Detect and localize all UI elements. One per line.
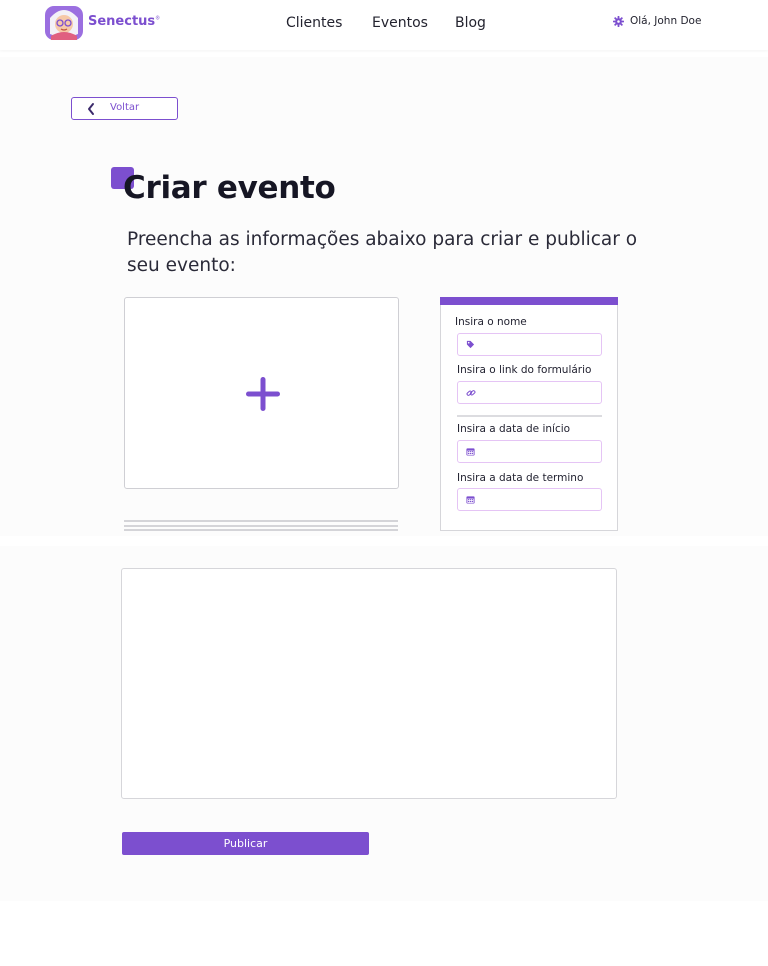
end-date-label: Insira a data de termino: [457, 472, 584, 484]
page-title: Criar evento: [123, 170, 336, 206]
divider-line: [124, 520, 398, 522]
plus-icon: [246, 377, 280, 411]
description-box[interactable]: [121, 568, 617, 799]
name-label: Insira o nome: [455, 316, 527, 328]
nav-clientes[interactable]: Clientes: [286, 15, 342, 31]
event-form-card: Insira o nome Insira o link do formulári…: [439, 296, 618, 531]
link-label: Insira o link do formulário: [457, 364, 592, 376]
calendar-icon: [466, 448, 475, 456]
form-card-accent-bar: [439, 296, 618, 305]
description-textarea[interactable]: [122, 569, 616, 798]
form-divider: [457, 415, 602, 417]
back-button[interactable]: Voltar: [71, 97, 178, 120]
user-menu[interactable]: Olá, John Doe: [613, 15, 701, 27]
nav-blog[interactable]: Blog: [455, 15, 486, 31]
calendar-icon: [466, 496, 475, 504]
nav-eventos[interactable]: Eventos: [372, 15, 428, 31]
end-date-input[interactable]: [480, 491, 598, 508]
name-input[interactable]: [480, 336, 598, 353]
chevron-left-icon: [88, 103, 94, 115]
brand-text: Senectus: [88, 14, 156, 29]
brand-name[interactable]: Senectus®: [88, 14, 160, 29]
gear-icon: [613, 15, 624, 27]
page-subtitle: Preencha as informações abaixo para cria…: [127, 229, 638, 276]
divider-line: [124, 525, 398, 527]
brand-registered-mark: ®: [155, 15, 161, 22]
divider-line: [124, 529, 398, 531]
navbar: Senectus® Clientes Eventos Blog Olá, Joh…: [0, 0, 768, 50]
link-input[interactable]: [480, 384, 598, 401]
start-date-field[interactable]: [457, 440, 602, 463]
user-greeting: Olá, John Doe: [630, 15, 702, 27]
image-upload-area[interactable]: [124, 297, 399, 489]
start-date-input[interactable]: [480, 443, 598, 460]
link-icon: [466, 390, 476, 396]
senectus-logo[interactable]: [44, 4, 84, 42]
link-field[interactable]: [457, 381, 602, 404]
start-date-label: Insira a data de início: [457, 423, 571, 435]
end-date-field[interactable]: [457, 488, 602, 511]
name-field[interactable]: [457, 333, 602, 356]
tag-icon: [466, 340, 475, 349]
back-button-label: Voltar: [110, 102, 140, 113]
publish-button[interactable]: Publicar: [122, 832, 369, 855]
